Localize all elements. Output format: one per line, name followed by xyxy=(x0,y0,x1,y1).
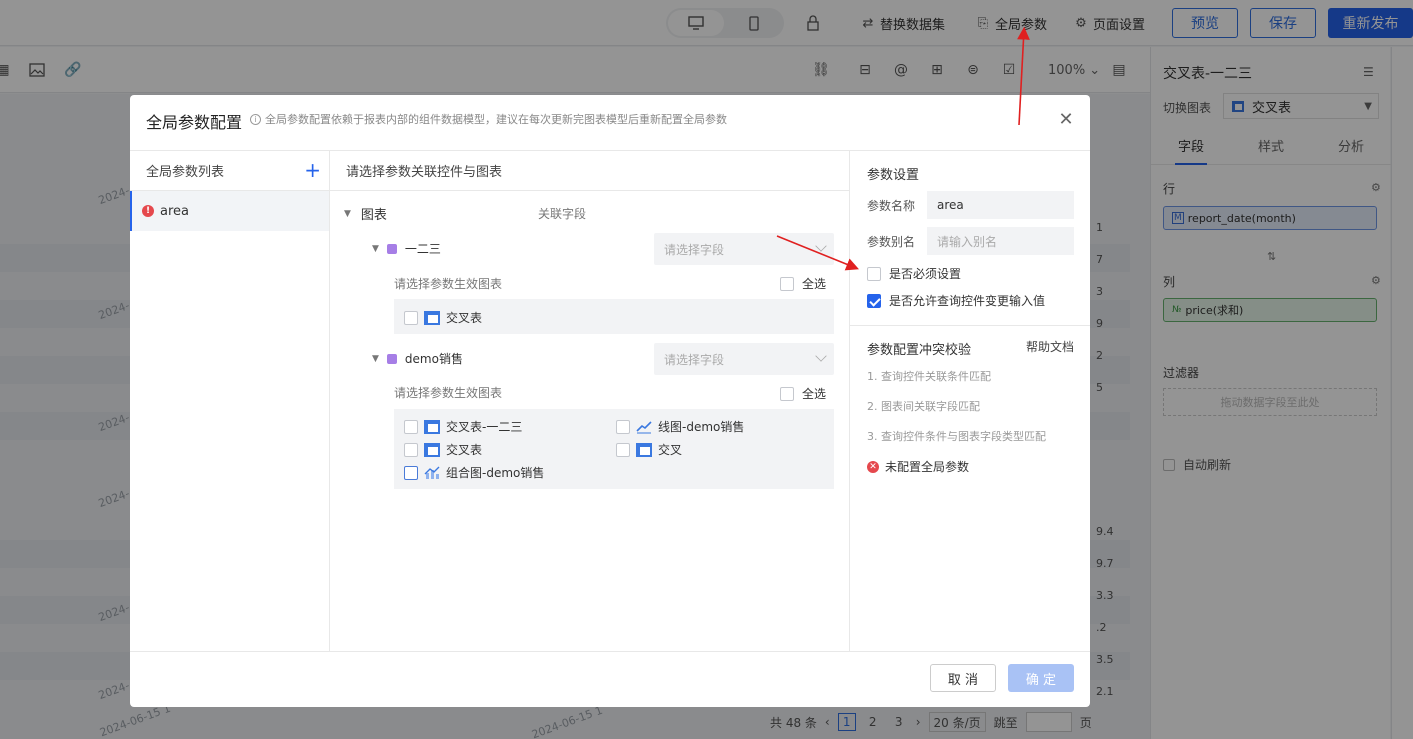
help-doc-link[interactable]: 帮助文档 xyxy=(1026,338,1074,355)
param-alias-label: 参数别名 xyxy=(867,235,916,249)
chart-option[interactable]: 组合图-demo销售 xyxy=(404,464,544,481)
divider xyxy=(850,325,1090,326)
chart-checkbox[interactable] xyxy=(404,465,418,480)
tree-root[interactable]: ▼ 图表 xyxy=(344,204,387,223)
dialog-footer: 取 消 确 定 xyxy=(130,651,1090,707)
chart-option[interactable]: 交叉 xyxy=(616,441,682,458)
chart-option[interactable]: 交叉表 xyxy=(404,441,482,458)
dataset-node[interactable]: ▼ 一二三 xyxy=(372,240,441,257)
rule-item: 2. 图表间关联字段匹配 xyxy=(867,400,980,413)
info-icon: i xyxy=(250,113,261,125)
table-icon xyxy=(424,310,440,325)
required-checkbox[interactable] xyxy=(867,266,881,281)
chart-option[interactable]: 线图-demo销售 xyxy=(616,418,744,435)
allow-change-checkbox[interactable] xyxy=(867,293,881,308)
related-field-label: 关联字段 xyxy=(538,207,587,221)
dialog-header: 全局参数配置 i 全局参数配置依赖于报表内部的组件数据模型，建议在每次更新完图表… xyxy=(130,95,1090,151)
allow-change-toggle[interactable]: 是否允许查询控件变更输入值 xyxy=(867,292,1045,309)
cube-icon xyxy=(386,243,397,254)
confirm-button[interactable]: 确 定 xyxy=(1008,664,1074,692)
combo-chart-icon xyxy=(424,466,440,479)
dataset-node[interactable]: ▼ demo销售 xyxy=(372,350,463,367)
validation-error: ✕ 未配置全局参数 xyxy=(867,458,969,475)
dialog-title: 全局参数配置 xyxy=(146,113,243,132)
chart-checkbox[interactable] xyxy=(404,419,418,434)
param-alias-input[interactable]: 请输入别名 xyxy=(927,227,1074,255)
close-icon[interactable]: ✕ xyxy=(1056,109,1076,130)
param-name-input[interactable]: area xyxy=(927,191,1074,219)
chart-checkbox[interactable] xyxy=(616,442,630,457)
param-name-label: 参数名称 xyxy=(867,199,916,213)
chart-options-box: 交叉表-一二三 线图-demo销售 交叉表 交叉 组合图-demo销售 xyxy=(394,409,834,489)
global-params-dialog: 全局参数配置 i 全局参数配置依赖于报表内部的组件数据模型，建议在每次更新完图表… xyxy=(130,95,1090,707)
chart-option[interactable]: 交叉表 xyxy=(404,309,482,326)
chevron-down-icon xyxy=(815,350,827,362)
chart-checkbox[interactable] xyxy=(616,419,630,434)
required-toggle[interactable]: 是否必须设置 xyxy=(867,265,961,282)
line-chart-icon xyxy=(636,420,652,433)
field-select[interactable]: 请选择字段 xyxy=(654,343,834,375)
settings-title: 参数设置 xyxy=(867,168,920,183)
error-icon: ✕ xyxy=(867,460,879,473)
table-icon xyxy=(424,419,440,434)
effect-chart-hint: 请选择参数生效图表 xyxy=(394,277,503,291)
chart-checkbox[interactable] xyxy=(404,442,418,457)
rule-item: 3. 查询控件条件与图表字段类型匹配 xyxy=(867,430,1046,443)
param-item-area[interactable]: ! area xyxy=(130,191,329,231)
chevron-down-icon xyxy=(815,240,827,252)
dialog-hint: i 全局参数配置依赖于报表内部的组件数据模型，建议在每次更新完图表模型后重新配置… xyxy=(250,111,727,127)
conflict-check-title: 参数配置冲突校验 xyxy=(867,343,972,358)
chart-binding-panel: 请选择参数关联控件与图表 ▼ 图表 关联字段 ▼ 一二三 请选择字段 请选择参数… xyxy=(330,151,850,651)
field-select[interactable]: 请选择字段 xyxy=(654,233,834,265)
param-list-header: 全局参数列表 + xyxy=(130,151,329,191)
table-icon xyxy=(424,442,440,457)
caret-down-icon: ▼ xyxy=(372,243,379,254)
error-icon: ! xyxy=(142,205,154,217)
cube-icon xyxy=(386,353,397,364)
select-all-checkbox[interactable] xyxy=(780,276,794,291)
select-all-checkbox[interactable] xyxy=(780,386,794,401)
caret-down-icon: ▼ xyxy=(372,353,379,364)
table-icon xyxy=(636,442,652,457)
param-list-panel: 全局参数列表 + ! area xyxy=(130,151,330,651)
caret-down-icon: ▼ xyxy=(344,208,351,219)
param-settings-panel: 参数设置 参数名称 area 参数别名 请输入别名 是否必须设置 是否允许查询控… xyxy=(850,151,1090,651)
cancel-button[interactable]: 取 消 xyxy=(930,664,996,692)
select-all-toggle[interactable]: 全选 xyxy=(780,385,826,402)
chart-options-box: 交叉表 xyxy=(394,299,834,334)
binding-header: 请选择参数关联控件与图表 xyxy=(330,151,849,191)
effect-chart-hint: 请选择参数生效图表 xyxy=(394,386,503,400)
rule-item: 1. 查询控件关联条件匹配 xyxy=(867,370,991,383)
add-param-icon[interactable]: + xyxy=(304,160,321,180)
chart-checkbox[interactable] xyxy=(404,310,418,325)
chart-option[interactable]: 交叉表-一二三 xyxy=(404,418,522,435)
select-all-toggle[interactable]: 全选 xyxy=(780,275,826,292)
